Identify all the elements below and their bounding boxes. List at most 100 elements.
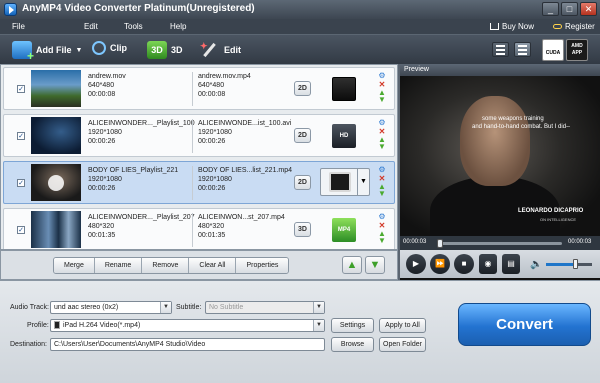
gear-icon[interactable]: ⚙: [378, 166, 386, 174]
edit-button[interactable]: Edit: [200, 41, 241, 59]
gear-icon[interactable]: ⚙: [378, 119, 386, 127]
properties-button[interactable]: Properties: [236, 258, 289, 273]
stop-button[interactable]: ■: [454, 254, 474, 274]
destination-label: Destination:: [10, 341, 47, 348]
minimize-button[interactable]: _: [542, 2, 559, 16]
3d-button[interactable]: 3D 3D: [147, 41, 183, 59]
move-up-button[interactable]: ▲: [342, 256, 362, 274]
clip-label: Clip: [110, 43, 127, 53]
edit-label: Edit: [224, 45, 241, 55]
menu-edit[interactable]: Edit: [84, 22, 98, 31]
speaker-icon[interactable]: 🔈: [530, 259, 542, 270]
apply-to-all-button[interactable]: Apply to All: [379, 318, 426, 333]
cart-icon: [490, 23, 499, 30]
add-file-button[interactable]: Add File ▼: [12, 41, 83, 63]
video-thumbnail: [31, 211, 81, 248]
maximize-button[interactable]: □: [561, 2, 578, 16]
mov-film-icon[interactable]: [332, 77, 356, 101]
move-down-icon[interactable]: ▼: [378, 143, 386, 151]
volume-handle[interactable]: [572, 259, 578, 269]
playback-controls: ▶ ⏩ ■ ◉ ▤ 🔈: [400, 250, 600, 278]
output-info: ALICEINWONDE...ist_100.avi 1920*1080 00:00…: [198, 120, 292, 145]
close-button[interactable]: ✕: [580, 2, 597, 16]
2d-3d-toggle[interactable]: 2D: [294, 128, 311, 143]
move-down-icon[interactable]: ▼: [378, 96, 386, 104]
video-thumbnail: [31, 70, 81, 107]
clip-button[interactable]: Clip: [92, 41, 127, 55]
action-bar: Merge Rename Remove Clear All Properties…: [0, 250, 398, 280]
register-link[interactable]: Register: [553, 22, 595, 31]
settings-button[interactable]: Settings: [331, 318, 374, 333]
subtitle-select[interactable]: No Subtitle ▼: [205, 301, 325, 314]
audio-track-label: Audio Track:: [10, 304, 49, 311]
subtitle-line-1: some weapons training: [482, 116, 544, 122]
title-bar: AnyMP4 Video Converter Platinum(Unregist…: [0, 0, 600, 19]
file-checkbox[interactable]: ✓: [17, 85, 25, 93]
list-view-button[interactable]: [492, 42, 509, 57]
play-button[interactable]: ▶: [406, 254, 426, 274]
open-folder-button[interactable]: Open Folder: [379, 337, 426, 352]
toolbar: Add File ▼ Clip 3D 3D Edit CUDA AMDAPP: [0, 34, 600, 64]
gear-icon[interactable]: ⚙: [378, 72, 386, 80]
2d-3d-toggle[interactable]: 2D: [294, 175, 311, 190]
browse-button[interactable]: Browse: [331, 337, 374, 352]
2d-3d-toggle[interactable]: 2D: [294, 81, 311, 96]
magic-wand-icon: [200, 41, 220, 59]
amd-app-badge: AMD APP: [566, 39, 588, 61]
destination-field[interactable]: C:\Users\User\Documents\AnyMP4 Studio\Vi…: [50, 338, 325, 351]
profile-select[interactable]: iPad H.264 Video(*.mp4) ▼: [50, 319, 325, 332]
output-info: ALICEINWON...st_207.mp4 480*320 00:01:35: [198, 214, 285, 239]
clear-all-button[interactable]: Clear All: [189, 258, 237, 273]
seek-handle[interactable]: [437, 239, 443, 248]
hd-avi-icon[interactable]: HD: [332, 124, 356, 148]
add-file-icon: [12, 41, 34, 63]
move-down-button[interactable]: ▼: [365, 256, 385, 274]
seek-row: 00:00:03 00:00:03: [400, 236, 600, 250]
convert-button[interactable]: Convert: [458, 303, 591, 346]
detail-view-button[interactable]: [514, 42, 531, 57]
buy-now-link[interactable]: Buy Now: [490, 22, 534, 31]
output-info: BODY OF LIES...list_221.mp4 1920*1080 00:0…: [198, 167, 293, 192]
file-row[interactable]: ✓ andrew.mov 640*480 00:00:08 andrew.mov.m…: [3, 67, 395, 110]
lower-third-subtitle: ON INTELLIGENCE: [540, 217, 577, 222]
open-folder-icon[interactable]: ▤: [502, 254, 520, 274]
output-format-dropdown[interactable]: ▼: [320, 168, 370, 196]
seek-slider[interactable]: [437, 239, 562, 248]
3d-cube-icon: 3D: [147, 41, 167, 59]
file-row[interactable]: ✓ BODY OF LIES_Playlist_221 1920*1080 00:0…: [3, 161, 395, 204]
merge-button[interactable]: Merge: [54, 258, 95, 273]
file-checkbox[interactable]: ✓: [17, 226, 25, 234]
file-list: ✓ andrew.mov 640*480 00:00:08 andrew.mov.m…: [0, 64, 398, 250]
audio-track-select[interactable]: und aac stereo (0x2) ▼: [50, 301, 172, 314]
menu-file[interactable]: File: [12, 22, 25, 31]
fast-forward-button[interactable]: ⏩: [430, 254, 450, 274]
current-time: 00:00:03: [403, 239, 427, 245]
rename-button[interactable]: Rename: [94, 258, 143, 273]
2d-3d-toggle[interactable]: 3D: [294, 222, 311, 237]
remove-button[interactable]: Remove: [142, 258, 190, 273]
settings-panel: Audio Track: und aac stereo (0x2) ▼ Subt…: [0, 280, 600, 383]
mp4-3d-icon[interactable]: MP4: [332, 218, 356, 242]
subtitle-line-2: and hand-to-hand combat. But I did--: [472, 124, 571, 130]
move-down-icon[interactable]: ▼: [378, 190, 386, 198]
file-checkbox[interactable]: ✓: [17, 132, 25, 140]
file-row[interactable]: ✓ ALICEINWONDER..._Playlist_100 1920*1080…: [3, 114, 395, 157]
snapshot-camera-icon[interactable]: ◉: [479, 254, 497, 274]
gear-icon[interactable]: ⚙: [378, 213, 386, 221]
chevron-down-icon[interactable]: ▼: [357, 169, 369, 195]
subtitle-label: Subtitle:: [176, 304, 202, 311]
file-checkbox[interactable]: ✓: [17, 179, 25, 187]
chevron-down-icon[interactable]: ▼: [76, 47, 83, 54]
menu-bar: File Edit Tools Help Buy Now Register: [0, 19, 600, 34]
preview-title: Preview: [400, 64, 600, 76]
buy-now-label: Buy Now: [502, 22, 535, 31]
menu-help[interactable]: Help: [170, 22, 186, 31]
move-down-icon[interactable]: ▼: [378, 237, 386, 245]
play-icon[interactable]: [48, 175, 64, 191]
source-info: andrew.mov 640*480 00:00:08: [88, 73, 126, 98]
scissors-icon: [92, 41, 106, 55]
volume-slider[interactable]: [546, 259, 592, 269]
menu-tools[interactable]: Tools: [124, 22, 143, 31]
video-thumbnail: [31, 117, 81, 154]
file-row[interactable]: ✓ ALICEINWONDER..._Playlist_207 480*320 00…: [3, 208, 395, 249]
